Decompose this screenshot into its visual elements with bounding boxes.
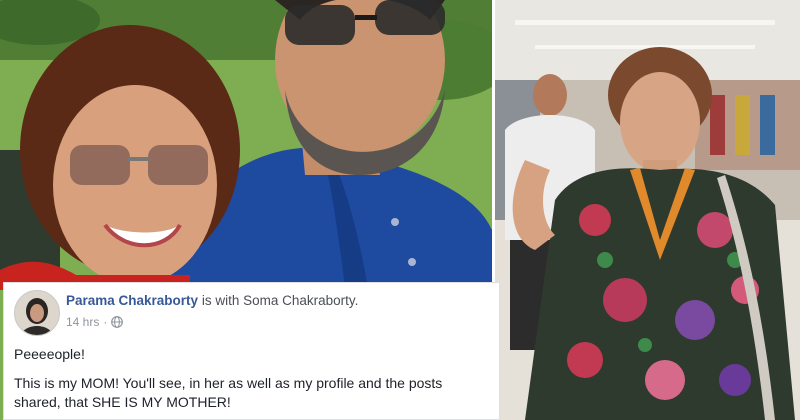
author-avatar[interactable]: [14, 290, 60, 336]
right-photo: [495, 0, 800, 420]
facebook-post-card: Parama Chakraborty is with Soma Chakrabo…: [3, 282, 500, 420]
globe-icon[interactable]: [111, 316, 124, 328]
store-photo-illustration: [495, 0, 800, 420]
post-meta: 14 hrs ·: [66, 315, 491, 329]
with-text: is with: [201, 293, 240, 308]
image-collage: Parama Chakraborty is with Soma Chakrabo…: [0, 0, 800, 420]
post-paragraph-1: Peeeeople!: [14, 346, 85, 362]
tagged-name[interactable]: Soma Chakraborty.: [243, 293, 358, 308]
post-header: Parama Chakraborty is with Soma Chakrabo…: [66, 293, 491, 329]
post-author-line: Parama Chakraborty is with Soma Chakrabo…: [66, 293, 491, 308]
post-body: Peeeeople! This is my MOM! You'll see, i…: [14, 345, 489, 412]
avatar-image: [15, 291, 59, 335]
meta-separator: ·: [103, 315, 108, 329]
post-paragraph-2: This is my MOM! You'll see, in her as we…: [14, 375, 443, 410]
author-name-link[interactable]: Parama Chakraborty: [66, 293, 198, 308]
post-timestamp[interactable]: 14 hrs: [66, 315, 99, 329]
